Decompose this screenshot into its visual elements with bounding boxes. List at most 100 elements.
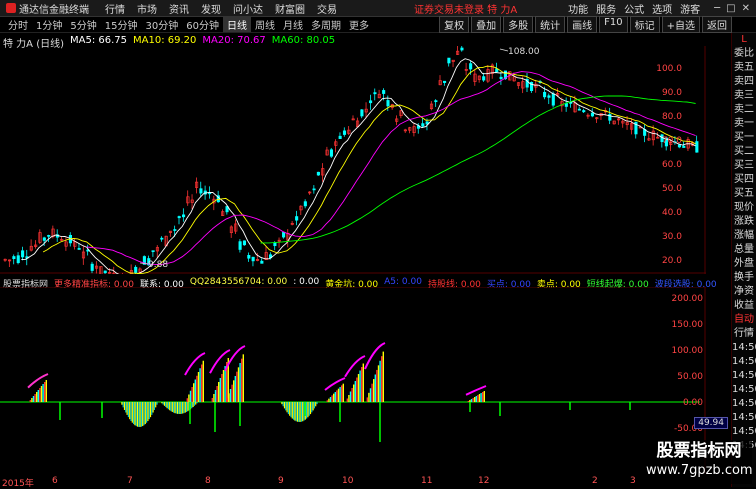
menu-gongneng[interactable]: 功能 — [568, 1, 588, 16]
tab-60min[interactable]: 60分钟 — [182, 17, 223, 32]
side-item[interactable]: 14:50 — [732, 355, 756, 369]
maximize-icon[interactable]: □ — [726, 3, 735, 14]
action-huaxian[interactable]: 画线 — [567, 16, 598, 33]
time-tick-label: 2015年 — [2, 479, 34, 489]
side-item[interactable]: 买一 — [732, 131, 756, 145]
menu-wenxiaoda[interactable]: 问小达 — [233, 1, 263, 16]
indicator-tick-label: 100.00 — [672, 346, 704, 356]
action-duogu[interactable]: 多股 — [503, 16, 534, 33]
side-item[interactable]: 净资 — [732, 285, 756, 299]
close-icon[interactable]: ✕ — [742, 3, 750, 14]
action-fanhui[interactable]: 返回 — [702, 16, 732, 33]
time-tick-label: 6 — [52, 476, 58, 486]
tab-monthly[interactable]: 月线 — [279, 17, 307, 32]
tab-multi[interactable]: 多周期 — [307, 17, 345, 32]
indicator-chart[interactable]: 200.00150.00100.0050.000.00-50.00 — [0, 287, 706, 474]
side-item[interactable]: L — [732, 33, 756, 47]
site-watermark: 股票指标网 www.7gpzb.com — [646, 440, 753, 484]
minimize-icon[interactable]: ─ — [714, 3, 720, 14]
side-item[interactable]: 涨跌 — [732, 215, 756, 229]
kline-chart[interactable]: 100.0 90.0 80.0 70.0 60.0 50.0 40.0 30.0 20.0 10… — [0, 46, 706, 274]
top-right-menu: 功能 服务 公式 选项 游客 ─ □ ✕ — [568, 1, 750, 16]
side-item[interactable]: 收益 — [732, 299, 756, 313]
tab-15min[interactable]: 15分钟 — [101, 17, 142, 32]
chart-actions: 复权 叠加 多股 统计 画线 F10 标记 +自选 返回 — [439, 16, 732, 33]
high-price-label: 108.00 — [508, 47, 540, 57]
tab-weekly[interactable]: 周线 — [251, 17, 279, 32]
side-item[interactable]: 卖四 — [732, 75, 756, 89]
side-item[interactable]: 卖一 — [732, 117, 756, 131]
price-tick-label: 60.0 — [662, 160, 682, 170]
action-biaoji[interactable]: 标记 — [629, 16, 660, 33]
low-price-label: 9.88 — [148, 260, 168, 270]
price-tick-label: 100.0 — [656, 64, 682, 74]
time-tick-label: 2 — [592, 476, 598, 486]
side-item[interactable]: 外盘 — [732, 257, 756, 271]
menu-caifuquan[interactable]: 财富圈 — [275, 1, 305, 16]
indicator-tick-label: 150.00 — [672, 320, 704, 330]
side-item[interactable]: 买五 — [732, 187, 756, 201]
tab-fenshi[interactable]: 分时 — [4, 17, 32, 32]
guest-label[interactable]: 游客 — [680, 1, 700, 16]
menu-gongshi[interactable]: 公式 — [624, 1, 644, 16]
price-tick-label: 70.0 — [662, 136, 682, 146]
tab-daily[interactable]: 日线 — [222, 17, 251, 32]
side-item[interactable]: 自动 — [732, 313, 756, 327]
tab-1min[interactable]: 1分钟 — [32, 17, 66, 32]
time-tick-label: 12 — [478, 476, 490, 486]
action-zixuan[interactable]: +自选 — [661, 16, 700, 33]
quote-side-panel[interactable]: L 委比 卖五 卖四 卖三 卖二 卖一 买一 买二 买三 买四 买五 现价 涨跌 涨幅 总量 外盘 换手 净资 收益自… — [731, 33, 756, 487]
indicator-tick-label: 200.00 — [672, 294, 704, 304]
side-item[interactable]: 14:50 — [732, 397, 756, 411]
side-item[interactable]: 委比 — [732, 47, 756, 61]
side-item[interactable]: 卖三 — [732, 89, 756, 103]
indicator-tick-label: 50.00 — [677, 372, 703, 382]
side-item[interactable]: 换手 — [732, 271, 756, 285]
menu-xuanxiang[interactable]: 选项 — [652, 1, 672, 16]
side-item[interactable]: 卖二 — [732, 103, 756, 117]
candlesticks — [3, 46, 699, 274]
price-tick-label: 80.0 — [662, 112, 682, 122]
period-toolbar: 分时 1分钟 5分钟 15分钟 30分钟 60分钟 日线 周线 月线 多周期 更… — [0, 16, 756, 33]
time-tick-label: 10 — [342, 476, 354, 486]
time-tick-label: 9 — [278, 476, 284, 486]
action-diejia[interactable]: 叠加 — [471, 16, 502, 33]
period-tabs: 分时 1分钟 5分钟 15分钟 30分钟 60分钟 日线 周线 月线 多周期 更… — [0, 17, 373, 32]
price-tick-label: 30.0 — [662, 232, 682, 242]
menu-faxian[interactable]: 发现 — [201, 1, 221, 16]
watermark-title: 股票指标网 — [656, 441, 742, 461]
tab-more[interactable]: 更多 — [345, 17, 373, 32]
side-item[interactable]: 卖五 — [732, 61, 756, 75]
top-menu: 行情 市场 资讯 发现 问小达 财富圈 交易 — [105, 1, 337, 16]
side-item[interactable]: 14:50 — [732, 411, 756, 425]
menu-hangqing[interactable]: 行情 — [105, 1, 125, 16]
side-item[interactable]: 14:50 — [732, 341, 756, 355]
side-item[interactable]: 总量 — [732, 243, 756, 257]
side-item[interactable]: 14:50 — [732, 383, 756, 397]
price-tick-label: 50.0 — [662, 184, 682, 194]
watermark-url: www.7gpzb.com — [646, 463, 753, 478]
side-item[interactable]: 买二 — [732, 145, 756, 159]
current-value-tag: 49.94 — [694, 417, 728, 429]
action-tongji[interactable]: 统计 — [535, 16, 566, 33]
menu-shichang[interactable]: 市场 — [137, 1, 157, 16]
menu-jiaoyi[interactable]: 交易 — [317, 1, 337, 16]
action-f10[interactable]: F10 — [599, 16, 628, 33]
side-item[interactable]: 14:50 — [732, 425, 756, 439]
time-tick-label: 3 — [630, 476, 636, 486]
login-notice[interactable]: 证券交易未登录 特 力A — [414, 1, 517, 16]
action-fuquan[interactable]: 复权 — [439, 16, 470, 33]
side-item[interactable]: 14:50 — [732, 369, 756, 383]
price-tick-label: 40.0 — [662, 208, 682, 218]
menu-zixun[interactable]: 资讯 — [169, 1, 189, 16]
side-item[interactable]: 涨幅 — [732, 229, 756, 243]
app-title: 通达信金融终端 — [19, 4, 89, 16]
menu-fuwu[interactable]: 服务 — [596, 1, 616, 16]
side-item[interactable]: 买三 — [732, 159, 756, 173]
tab-5min[interactable]: 5分钟 — [66, 17, 100, 32]
price-tick-label: 90.0 — [662, 88, 682, 98]
side-item[interactable]: 行情 — [732, 327, 756, 341]
side-item[interactable]: 现价 — [732, 201, 756, 215]
side-item[interactable]: 买四 — [732, 173, 756, 187]
tab-30min[interactable]: 30分钟 — [141, 17, 182, 32]
